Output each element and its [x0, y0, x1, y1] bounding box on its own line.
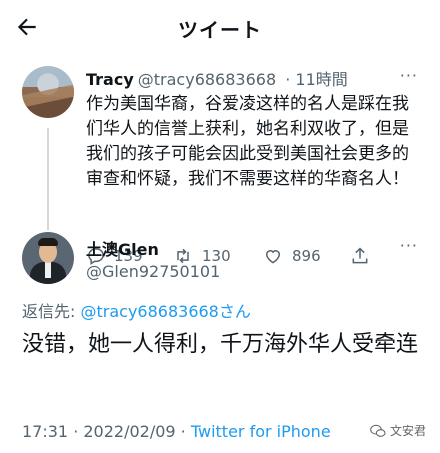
tweet-header: Tracy @tracy68683668 · 11時間	[86, 66, 348, 90]
page-title: ツイート	[178, 18, 262, 42]
reply-to-line: 返信先: @tracy68683668さん	[22, 298, 251, 322]
tweet-timestamp: 17:31 · 2022/02/09 ·	[22, 422, 186, 441]
author-handle[interactable]: @tracy68683668	[138, 70, 276, 89]
reply-to-label: 返信先:	[22, 302, 76, 321]
more-options-icon[interactable]: ···	[400, 66, 418, 85]
tweet-time: · 11時間	[285, 70, 348, 89]
avatar[interactable]	[22, 66, 74, 118]
wechat-icon	[370, 424, 386, 437]
original-tweet[interactable]: Tracy @tracy68683668 · 11時間 ··· 作为美国华裔，谷爱…	[0, 58, 440, 265]
top-bar: ツイート	[0, 0, 440, 56]
author-handle[interactable]: @Glen92750101	[86, 262, 220, 281]
more-options-icon[interactable]: ···	[400, 236, 418, 255]
avatar[interactable]	[22, 232, 74, 284]
reply-tweet[interactable]: 土澳Glen @Glen92750101 ··· 返信先: @tracy6868…	[0, 232, 440, 453]
author-name[interactable]: 土澳Glen	[86, 236, 159, 260]
tweet-source[interactable]: Twitter for iPhone	[191, 422, 331, 441]
tweet-metadata: 17:31 · 2022/02/09 · Twitter for iPhone	[22, 422, 331, 441]
watermark-text: 文安君	[389, 424, 426, 438]
tweet-text: 作为美国华裔，谷爱凌这样的名人是踩在我们华人的信誉上获利，她名利双收了，但是我们…	[86, 94, 409, 189]
reply-to-handle[interactable]: @tracy68683668さん	[81, 302, 251, 321]
author-name[interactable]: Tracy	[86, 70, 134, 89]
tweet-text: 没错，她一人得利，千万海外华人受牵连	[22, 332, 419, 357]
watermark: 文安君	[370, 422, 426, 439]
thread-line	[47, 128, 49, 230]
